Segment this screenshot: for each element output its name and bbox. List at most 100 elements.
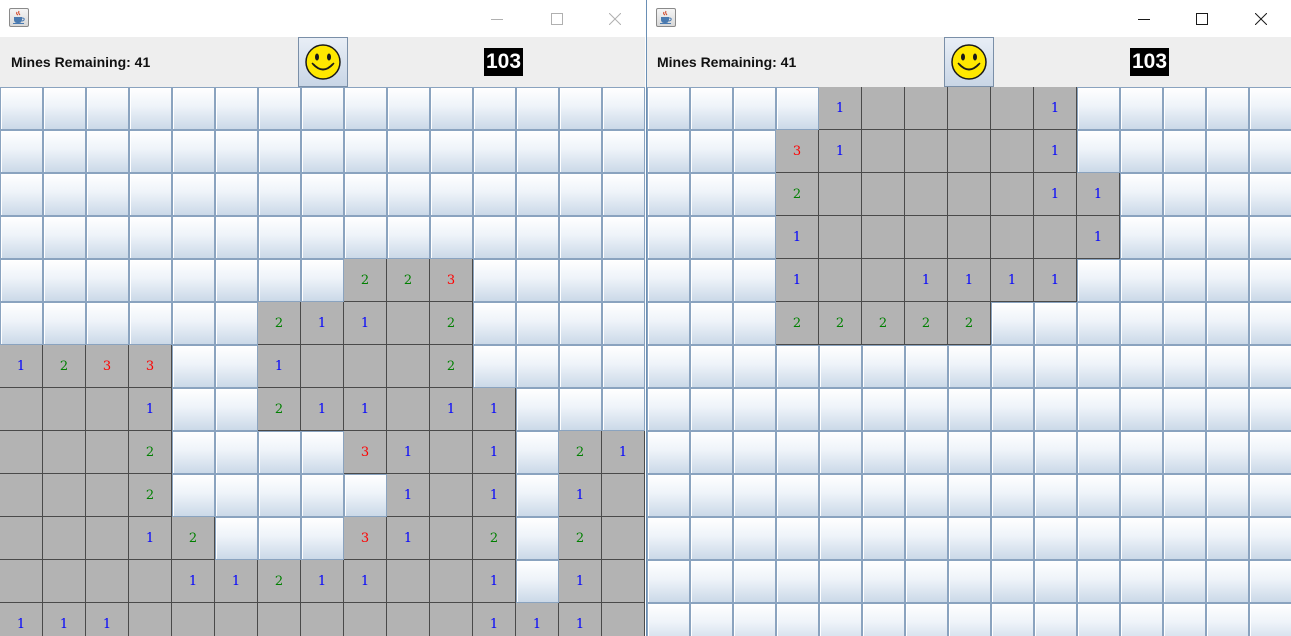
- title-bar[interactable]: [647, 0, 1291, 37]
- covered-cell[interactable]: [1077, 431, 1120, 474]
- covered-cell[interactable]: [819, 345, 862, 388]
- covered-cell[interactable]: [1249, 302, 1291, 345]
- close-button[interactable]: [1238, 0, 1284, 37]
- covered-cell[interactable]: [473, 302, 516, 345]
- covered-cell[interactable]: [0, 259, 43, 302]
- covered-cell[interactable]: [690, 216, 733, 259]
- covered-cell[interactable]: [690, 87, 733, 130]
- covered-cell[interactable]: [86, 216, 129, 259]
- covered-cell[interactable]: [733, 259, 776, 302]
- covered-cell[interactable]: [1163, 517, 1206, 560]
- covered-cell[interactable]: [387, 87, 430, 130]
- covered-cell[interactable]: [776, 388, 819, 431]
- covered-cell[interactable]: [948, 603, 991, 636]
- covered-cell[interactable]: [1120, 87, 1163, 130]
- covered-cell[interactable]: [905, 345, 948, 388]
- covered-cell[interactable]: [559, 259, 602, 302]
- close-button[interactable]: [592, 0, 638, 37]
- covered-cell[interactable]: [559, 388, 602, 431]
- covered-cell[interactable]: [387, 130, 430, 173]
- covered-cell[interactable]: [647, 388, 690, 431]
- covered-cell[interactable]: [559, 302, 602, 345]
- covered-cell[interactable]: [819, 603, 862, 636]
- covered-cell[interactable]: [258, 517, 301, 560]
- covered-cell[interactable]: [602, 259, 645, 302]
- covered-cell[interactable]: [516, 87, 559, 130]
- covered-cell[interactable]: [991, 603, 1034, 636]
- covered-cell[interactable]: [258, 431, 301, 474]
- covered-cell[interactable]: [301, 517, 344, 560]
- covered-cell[interactable]: [1249, 87, 1291, 130]
- covered-cell[interactable]: [129, 216, 172, 259]
- covered-cell[interactable]: [1120, 345, 1163, 388]
- covered-cell[interactable]: [690, 388, 733, 431]
- covered-cell[interactable]: [1120, 302, 1163, 345]
- covered-cell[interactable]: [991, 474, 1034, 517]
- covered-cell[interactable]: [1120, 517, 1163, 560]
- covered-cell[interactable]: [301, 216, 344, 259]
- covered-cell[interactable]: [733, 87, 776, 130]
- covered-cell[interactable]: [690, 345, 733, 388]
- covered-cell[interactable]: [215, 474, 258, 517]
- covered-cell[interactable]: [1120, 388, 1163, 431]
- covered-cell[interactable]: [776, 560, 819, 603]
- covered-cell[interactable]: [559, 345, 602, 388]
- covered-cell[interactable]: [516, 173, 559, 216]
- covered-cell[interactable]: [86, 130, 129, 173]
- covered-cell[interactable]: [1163, 87, 1206, 130]
- covered-cell[interactable]: [516, 259, 559, 302]
- covered-cell[interactable]: [690, 302, 733, 345]
- covered-cell[interactable]: [602, 302, 645, 345]
- covered-cell[interactable]: [647, 474, 690, 517]
- covered-cell[interactable]: [647, 130, 690, 173]
- covered-cell[interactable]: [215, 173, 258, 216]
- covered-cell[interactable]: [301, 130, 344, 173]
- covered-cell[interactable]: [172, 173, 215, 216]
- covered-cell[interactable]: [129, 173, 172, 216]
- covered-cell[interactable]: [776, 345, 819, 388]
- covered-cell[interactable]: [733, 173, 776, 216]
- covered-cell[interactable]: [733, 603, 776, 636]
- covered-cell[interactable]: [172, 259, 215, 302]
- covered-cell[interactable]: [0, 87, 43, 130]
- covered-cell[interactable]: [1163, 388, 1206, 431]
- covered-cell[interactable]: [215, 87, 258, 130]
- covered-cell[interactable]: [1077, 603, 1120, 636]
- covered-cell[interactable]: [776, 87, 819, 130]
- covered-cell[interactable]: [862, 388, 905, 431]
- covered-cell[interactable]: [647, 345, 690, 388]
- covered-cell[interactable]: [733, 431, 776, 474]
- covered-cell[interactable]: [43, 216, 86, 259]
- covered-cell[interactable]: [905, 474, 948, 517]
- covered-cell[interactable]: [1034, 603, 1077, 636]
- covered-cell[interactable]: [905, 517, 948, 560]
- covered-cell[interactable]: [1249, 216, 1291, 259]
- covered-cell[interactable]: [258, 173, 301, 216]
- covered-cell[interactable]: [1249, 474, 1291, 517]
- covered-cell[interactable]: [473, 259, 516, 302]
- covered-cell[interactable]: [129, 130, 172, 173]
- covered-cell[interactable]: [301, 474, 344, 517]
- covered-cell[interactable]: [1163, 560, 1206, 603]
- covered-cell[interactable]: [733, 302, 776, 345]
- covered-cell[interactable]: [991, 345, 1034, 388]
- covered-cell[interactable]: [1120, 560, 1163, 603]
- covered-cell[interactable]: [516, 517, 559, 560]
- covered-cell[interactable]: [258, 130, 301, 173]
- covered-cell[interactable]: [1249, 603, 1291, 636]
- covered-cell[interactable]: [516, 345, 559, 388]
- covered-cell[interactable]: [172, 388, 215, 431]
- covered-cell[interactable]: [690, 259, 733, 302]
- covered-cell[interactable]: [1249, 130, 1291, 173]
- covered-cell[interactable]: [1120, 173, 1163, 216]
- covered-cell[interactable]: [1206, 517, 1249, 560]
- covered-cell[interactable]: [733, 130, 776, 173]
- covered-cell[interactable]: [43, 259, 86, 302]
- covered-cell[interactable]: [172, 474, 215, 517]
- covered-cell[interactable]: [776, 517, 819, 560]
- covered-cell[interactable]: [430, 173, 473, 216]
- covered-cell[interactable]: [559, 87, 602, 130]
- covered-cell[interactable]: [215, 130, 258, 173]
- covered-cell[interactable]: [1034, 388, 1077, 431]
- covered-cell[interactable]: [344, 87, 387, 130]
